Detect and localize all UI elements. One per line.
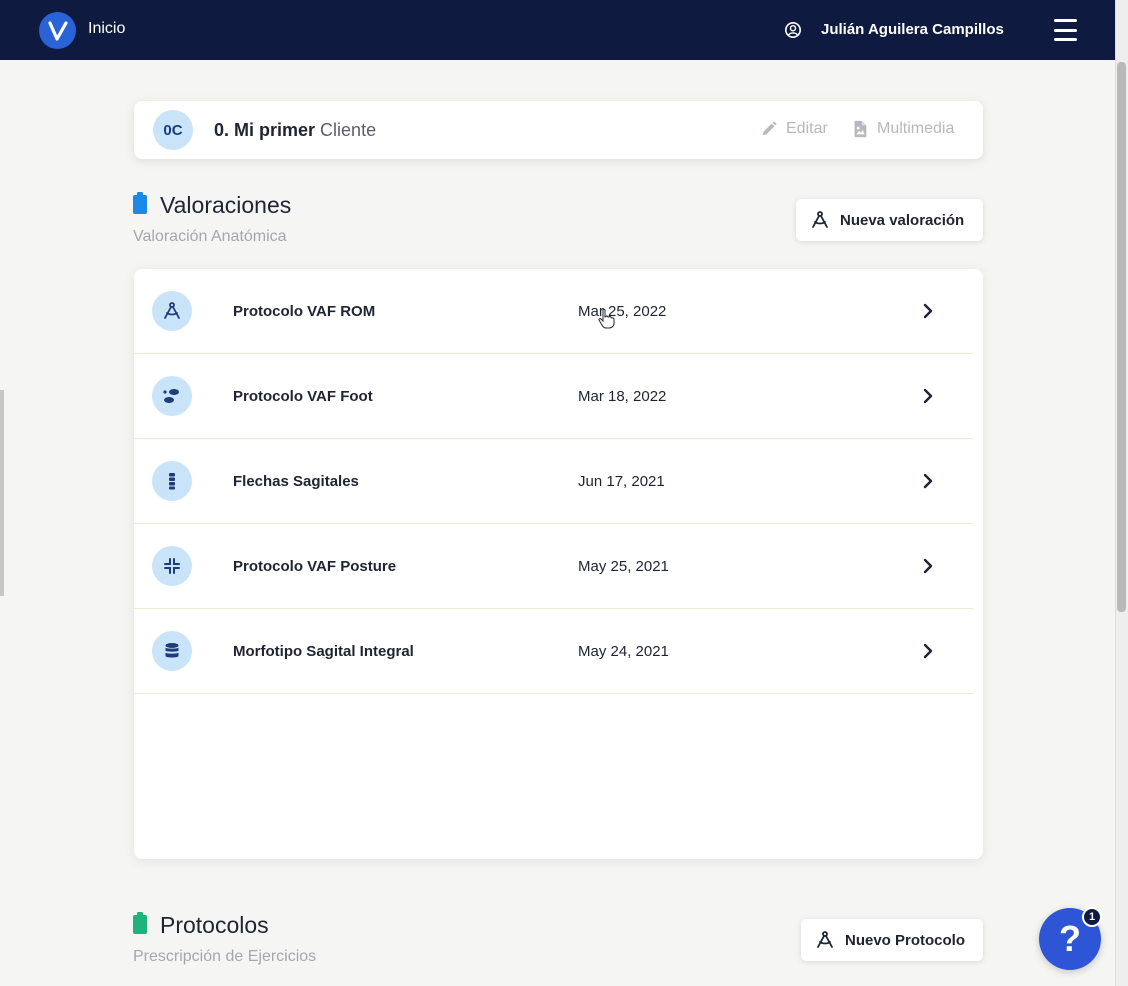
pencil-icon [762,121,777,136]
client-card: 0C 0. Mi primer Cliente Editar Multimedi… [134,101,983,159]
compress-icon [152,546,192,586]
chevron-right-icon[interactable] [920,641,936,661]
compass-icon [812,211,828,228]
scrollbar-thumb[interactable] [1117,62,1126,612]
new-protocolo-label: Nuevo Protocolo [845,931,966,949]
logo[interactable] [39,12,76,49]
file-image-icon [854,120,867,138]
item-name: Protocolo VAF ROM [233,303,376,320]
user-circle-icon[interactable] [784,21,802,39]
item-date: Mar 25, 2022 [578,303,667,320]
hand-cursor-icon [598,308,615,329]
item-date: Mar 18, 2022 [578,388,667,405]
chevron-right-icon[interactable] [920,386,936,406]
left-scroll-edge [0,390,4,596]
protocolos-title: Protocolos [160,912,269,938]
clipboard-icon [133,192,147,214]
list-item[interactable]: Protocolo VAF Foot Mar 18, 2022 [134,354,973,439]
item-date: Jun 17, 2021 [578,473,665,490]
chevron-right-icon[interactable] [920,301,936,321]
multimedia-label: Multimedia [877,120,955,137]
spine-icon [152,461,192,501]
user-name[interactable]: Julián Aguilera Campillos [821,21,1004,38]
list-item[interactable]: Flechas Sagitales Jun 17, 2021 [134,439,973,524]
client-avatar: 0C [153,110,193,150]
help-notification-badge: 1 [1082,907,1102,927]
top-navbar: Inicio Julián Aguilera Campillos [0,0,1115,60]
footprints-icon [152,376,192,416]
protocolos-subtitle: Prescripción de Ejercicios [133,948,317,965]
new-valoracion-label: Nueva valoración [840,211,965,229]
clipboard-green-icon [133,912,147,934]
item-date: May 25, 2021 [578,558,669,575]
valoraciones-subtitle: Valoración Anatómica [133,228,287,245]
edit-label: Editar [786,120,828,137]
nav-home-link[interactable]: Inicio [88,20,125,38]
logo-icon [47,20,68,41]
client-name: 0. Mi primer Cliente [214,120,376,141]
chevron-right-icon[interactable] [920,556,936,576]
new-valoracion-button[interactable]: Nueva valoración [796,199,983,241]
item-name: Protocolo VAF Posture [233,558,397,575]
hamburger-menu-icon[interactable] [1054,19,1077,41]
item-name: Morfotipo Sagital Integral [233,643,414,660]
chevron-right-icon[interactable] [920,471,936,491]
compass-icon [152,291,192,331]
new-protocolo-button[interactable]: Nuevo Protocolo [801,919,983,961]
valoraciones-list: Protocolo VAF ROM Mar 25, 2022 Protocolo… [134,269,983,859]
list-item[interactable]: Morfotipo Sagital Integral May 24, 2021 [134,609,973,694]
valoraciones-title: Valoraciones [160,192,292,218]
database-icon [152,631,192,671]
list-item[interactable]: Protocolo VAF ROM Mar 25, 2022 [134,269,973,354]
compass-icon [817,931,833,948]
multimedia-button[interactable]: Multimedia [851,120,954,138]
item-date: May 24, 2021 [578,643,669,660]
item-name: Flechas Sagitales [233,473,359,490]
client-name-bold: 0. Mi primer [214,120,316,140]
edit-button[interactable]: Editar [760,120,828,138]
item-name: Protocolo VAF Foot [233,388,373,405]
client-name-light: Cliente [320,120,377,140]
list-item[interactable]: Protocolo VAF Posture May 25, 2021 [134,524,973,609]
